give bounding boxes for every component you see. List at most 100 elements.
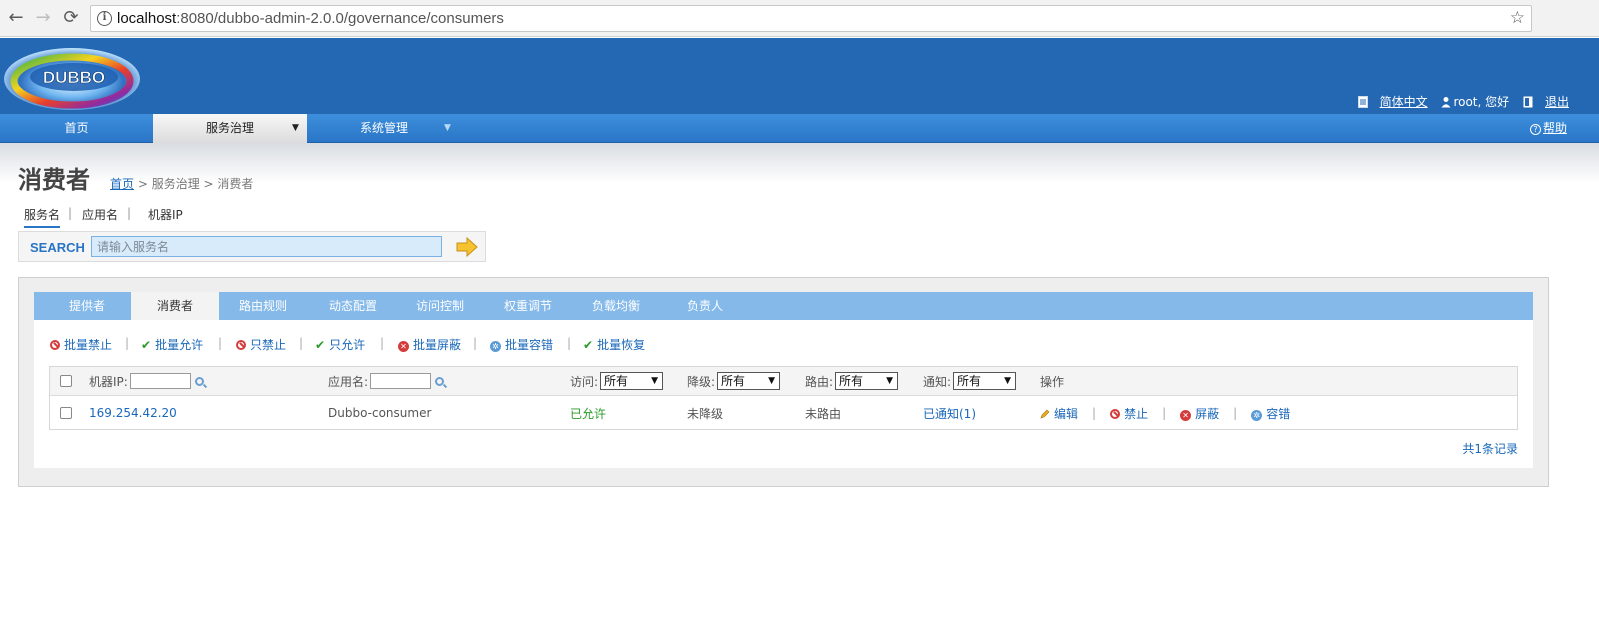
logout-link[interactable]: 退出 — [1545, 95, 1569, 109]
logout-icon — [1523, 96, 1533, 108]
ip-filter-input[interactable] — [129, 373, 191, 389]
shield-button[interactable]: ✕ 屏蔽 — [1180, 405, 1219, 422]
op-label: 批量容错 — [505, 338, 554, 352]
tab-consumers[interactable]: 消费者 — [131, 292, 219, 320]
search-tab-service[interactable]: 服务名 — [24, 206, 61, 228]
search-input[interactable] — [91, 236, 442, 257]
row-checkbox[interactable] — [60, 407, 72, 419]
row-access-status: 已允许 — [570, 406, 607, 421]
tolerance-label: 容错 — [1266, 406, 1291, 421]
col-route: 路由: 所有 ▼ — [805, 367, 899, 395]
gear-icon: ✲ — [1251, 409, 1263, 421]
reload-icon[interactable]: ⟳ — [60, 7, 82, 29]
user-links: 简体中文 root, 您好 退出 — [1348, 93, 1569, 110]
col-ip: 机器IP: — [89, 367, 204, 395]
chevron-down-icon: ▼ — [444, 123, 451, 133]
col-access-label: 访问: — [570, 374, 599, 389]
op-separator: | — [1162, 406, 1167, 420]
content-panel: 提供者 消费者 路由规则 动态配置 访问控制 权重调节 负载均衡 负责人 批量禁… — [18, 277, 1549, 487]
batch-allow-button[interactable]: ✔ 批量允许 — [141, 336, 203, 353]
bookmark-star-icon[interactable]: ☆ — [1510, 8, 1525, 28]
row-route-status: 未路由 — [805, 406, 842, 421]
op-separator: | — [218, 336, 223, 350]
row-actions: 编辑 | 禁止 | ✕ 屏蔽 | ✲ 容错 — [1040, 397, 1290, 429]
only-allow-button[interactable]: ✔ 只允许 — [315, 336, 365, 353]
op-label: 批量恢复 — [597, 338, 646, 352]
op-label: 批量允许 — [155, 338, 204, 352]
tab-separator: | — [127, 206, 132, 220]
nav-item-home[interactable]: 首页 — [0, 114, 153, 143]
tab-routes[interactable]: 路由规则 — [219, 292, 307, 320]
consumers-table: 机器IP: 应用名: 访问: 所有 ▼ 降级: 所有 ▼ 路由: 所有 ▼ 通知… — [49, 366, 1518, 430]
site-info-icon[interactable]: i — [97, 11, 112, 26]
page-title: 消费者 — [18, 166, 90, 194]
batch-recover-button[interactable]: ✔ 批量恢复 — [583, 336, 645, 353]
app-filter-input[interactable] — [370, 373, 432, 389]
document-icon — [1357, 96, 1368, 108]
op-separator: | — [1233, 406, 1238, 420]
access-filter-select[interactable]: 所有 ▼ — [600, 372, 664, 390]
gear-icon: ✲ — [490, 341, 501, 352]
tab-owners[interactable]: 负责人 — [660, 292, 750, 320]
forbid-button[interactable]: 禁止 — [1110, 405, 1148, 422]
search-tab-app[interactable]: 应用名 — [82, 206, 118, 223]
select-value: 所有 — [721, 374, 746, 388]
row-degrade-status: 未降级 — [687, 406, 724, 421]
help-link[interactable]: 帮助 — [1543, 121, 1567, 135]
tab-providers[interactable]: 提供者 — [34, 292, 140, 320]
back-arrow-icon[interactable]: ← — [5, 7, 27, 29]
row-select-cell — [60, 397, 72, 429]
search-tab-ip[interactable]: 机器IP — [148, 206, 183, 223]
edit-button[interactable]: 编辑 — [1040, 405, 1078, 422]
logout-link-wrap: 退出 — [1523, 95, 1569, 109]
route-filter-select[interactable]: 所有 ▼ — [835, 372, 899, 390]
lang-link-wrap: 简体中文 — [1357, 95, 1432, 109]
forward-arrow-icon[interactable]: → — [32, 7, 54, 29]
forbid-label: 禁止 — [1124, 406, 1149, 421]
only-forbid-button[interactable]: 只禁止 — [236, 336, 286, 353]
op-separator: | — [1092, 406, 1097, 420]
browser-toolbar: ← → ⟳ i localhost:8080/dubbo-admin-2.0.0… — [0, 0, 1599, 37]
select-all-checkbox[interactable] — [60, 375, 72, 387]
chevron-down-icon: ▼ — [768, 376, 776, 386]
table-row: 169.254.42.20 Dubbo-consumer 已允许 未降级 未路由… — [50, 397, 1517, 429]
record-count: 共1条记录 — [1462, 442, 1518, 456]
lang-link[interactable]: 简体中文 — [1380, 95, 1428, 109]
nav-item-system[interactable]: 系统管理 ▼ — [307, 114, 461, 143]
row-ip-link[interactable]: 169.254.42.20 — [89, 397, 177, 429]
check-icon: ✔ — [583, 338, 594, 352]
batch-tolerance-button[interactable]: ✲ 批量容错 — [490, 336, 553, 353]
col-actions: 操作 — [1040, 374, 1065, 389]
breadcrumb-home-link[interactable]: 首页 — [110, 177, 134, 191]
tab-weights[interactable]: 权重调节 — [484, 292, 572, 320]
search-icon[interactable] — [194, 376, 204, 386]
batch-shield-button[interactable]: ✕ 批量屏蔽 — [398, 336, 461, 353]
x-circle-icon: ✕ — [1180, 409, 1192, 421]
col-route-label: 路由: — [805, 374, 834, 389]
url-path: :8080/dubbo-admin-2.0.0/governance/consu… — [176, 10, 504, 27]
ban-icon — [1110, 408, 1121, 419]
batch-forbid-button[interactable]: 批量禁止 — [50, 336, 112, 353]
user-icon — [1441, 97, 1451, 108]
nav-item-governance[interactable]: 服务治理 ▼ — [153, 114, 307, 143]
notify-filter-select[interactable]: 所有 ▼ — [953, 372, 1017, 390]
row-notify-link[interactable]: 已通知(1) — [923, 397, 976, 429]
tab-access-control[interactable]: 访问控制 — [396, 292, 484, 320]
nav-item-label: 首页 — [64, 121, 89, 135]
service-tabs: 提供者 消费者 路由规则 动态配置 访问控制 权重调节 负载均衡 负责人 — [34, 292, 1533, 320]
degrade-filter-select[interactable]: 所有 ▼ — [717, 372, 781, 390]
edit-label: 编辑 — [1054, 406, 1079, 421]
address-bar[interactable]: i localhost:8080/dubbo-admin-2.0.0/gover… — [90, 5, 1532, 32]
search-bar: SEARCH — [18, 231, 486, 262]
search-go-arrow-icon[interactable] — [456, 237, 478, 257]
tab-load-balance[interactable]: 负载均衡 — [572, 292, 660, 320]
tab-dynamic-config[interactable]: 动态配置 — [307, 292, 399, 320]
shield-label: 屏蔽 — [1195, 406, 1220, 421]
tolerance-button[interactable]: ✲ 容错 — [1251, 405, 1290, 422]
x-circle-icon: ✕ — [398, 341, 409, 352]
content-panel-inner: 提供者 消费者 路由规则 动态配置 访问控制 权重调节 负载均衡 负责人 批量禁… — [34, 292, 1533, 468]
col-notify-label: 通知: — [923, 374, 952, 389]
col-notify: 通知: 所有 ▼ — [923, 367, 1017, 395]
search-icon[interactable] — [435, 376, 445, 386]
ban-icon — [236, 340, 246, 350]
